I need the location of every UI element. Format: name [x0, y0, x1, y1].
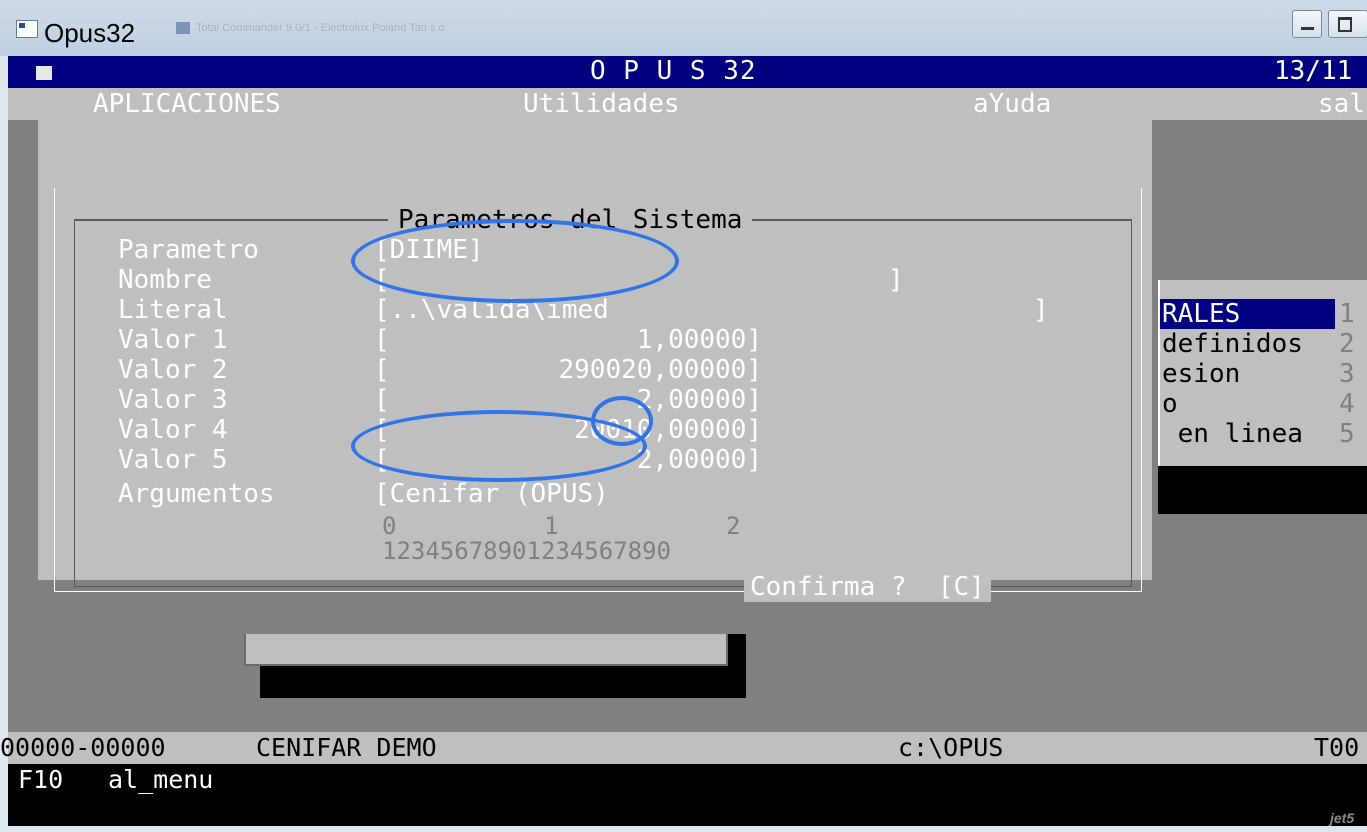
background-window-tab: Total Commander 9.0⁄⁄1 - Electrolux Pola… — [176, 22, 606, 44]
side-menu-num-4: 4 — [1339, 389, 1355, 419]
status-code: T00 — [1314, 733, 1360, 762]
system-menu-icon[interactable] — [36, 66, 52, 80]
window-titlebar: Opus32 Total Commander 9.0⁄⁄1 - Electrol… — [0, 0, 1367, 56]
annotation-circle-argumentos — [351, 410, 647, 482]
ruler-units: 12345678901234567890 — [382, 537, 671, 565]
label-literal: Literal — [118, 295, 228, 325]
ruler-tens-2: 2 — [726, 512, 741, 540]
menu-ayuda[interactable]: aYuda — [973, 89, 1051, 119]
field-valor-2-open[interactable]: [ — [374, 355, 390, 385]
label-valor-2: Valor 2 — [118, 355, 228, 385]
status-range: 00000-00000 — [0, 733, 166, 762]
menu-salir[interactable]: sal — [1318, 89, 1365, 119]
maximize-button[interactable] — [1328, 10, 1367, 38]
side-menu-num-3: 3 — [1339, 359, 1355, 389]
background-panel — [244, 634, 728, 666]
console-screen: O P U S 32 13/11 APLICACIONES Utilidades… — [8, 56, 1367, 826]
side-menu-item-4[interactable]: o — [1162, 389, 1178, 419]
side-menu-item-3[interactable]: esion — [1162, 359, 1240, 389]
menu-utilidades[interactable]: Utilidades — [523, 89, 680, 119]
field-valor-1-open[interactable]: [ — [374, 325, 390, 355]
window-title: Opus32 — [44, 18, 136, 48]
field-valor-1[interactable]: 1,00000] — [602, 325, 762, 355]
minimize-button[interactable] — [1292, 10, 1322, 38]
menu-aplicaciones[interactable]: APLICACIONES — [93, 89, 281, 119]
app-title: O P U S 32 — [590, 56, 757, 86]
side-menu-shadow — [1158, 466, 1367, 514]
field-valor-3-open[interactable]: [ — [374, 385, 390, 415]
confirm-prompt[interactable]: Confirma ? [C] — [744, 572, 991, 602]
status-path: c:\OPUS — [898, 733, 1004, 762]
side-menu-num-2: 2 — [1339, 329, 1355, 359]
field-argumentos[interactable]: [Cenifar (OPUS) — [374, 479, 609, 509]
label-valor-5: Valor 5 — [118, 445, 228, 475]
side-menu-item-2[interactable]: definidos — [1162, 329, 1303, 359]
app-window-icon[interactable] — [16, 20, 38, 38]
label-nombre: Nombre — [118, 265, 212, 295]
field-valor-2[interactable]: 290020,00000] — [522, 355, 763, 385]
label-valor-1: Valor 1 — [118, 325, 228, 355]
label-parametro: Parametro — [118, 235, 259, 265]
label-valor-3: Valor 3 — [118, 385, 228, 415]
key-f10-action[interactable]: al_menu — [108, 765, 213, 795]
label-argumentos: Argumentos — [118, 479, 275, 509]
label-valor-4: Valor 4 — [118, 415, 228, 445]
status-bar — [8, 732, 1367, 764]
field-literal-close: ] — [1033, 295, 1049, 325]
status-company: CENIFAR DEMO — [256, 733, 437, 762]
field-nombre-close: ] — [888, 265, 904, 295]
date-display: 13/11 — [1274, 56, 1353, 86]
side-menu-num-5: 5 — [1339, 419, 1355, 449]
watermark-text: jet5 — [1330, 810, 1355, 826]
side-menu-num-1: 1 — [1339, 299, 1355, 329]
side-menu-item-1[interactable]: RALES — [1162, 299, 1240, 329]
key-f10[interactable]: F10 — [18, 765, 63, 795]
side-menu-item-5[interactable]: en linea — [1162, 419, 1303, 449]
annotation-circle-literal — [351, 219, 679, 303]
